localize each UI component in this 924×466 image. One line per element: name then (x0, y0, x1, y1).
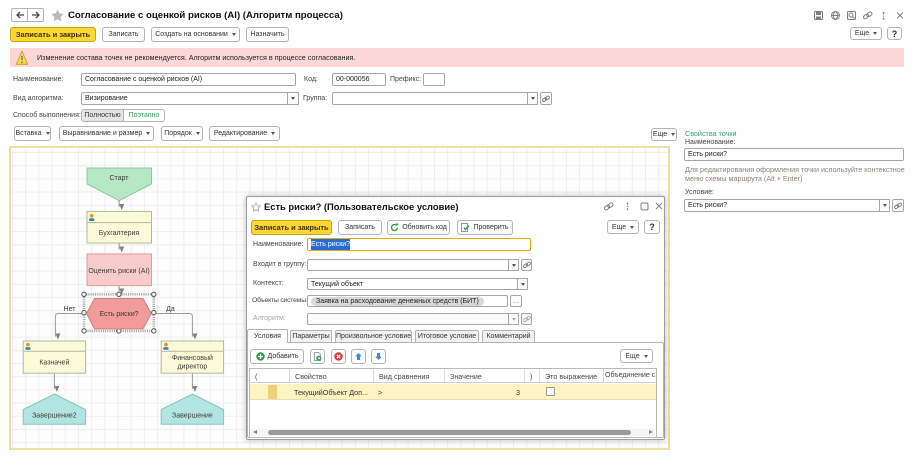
svg-text:Нет: Нет (64, 306, 77, 313)
svg-text:Финансовый: Финансовый (172, 354, 213, 362)
svg-text:Есть риски?: Есть риски? (99, 311, 138, 318)
svg-text:Бухгалтерия: Бухгалтерия (99, 230, 140, 237)
svg-text:Да: Да (166, 306, 175, 313)
svg-text:Старт: Старт (109, 175, 129, 182)
svg-text:Завершение: Завершение (172, 413, 213, 420)
svg-text:директор: директор (177, 364, 207, 371)
svg-text:Оценить риски (AI): Оценить риски (AI) (88, 268, 149, 275)
svg-text:Казначей: Казначей (39, 359, 69, 367)
svg-text:Завершение2: Завершение2 (32, 413, 77, 420)
